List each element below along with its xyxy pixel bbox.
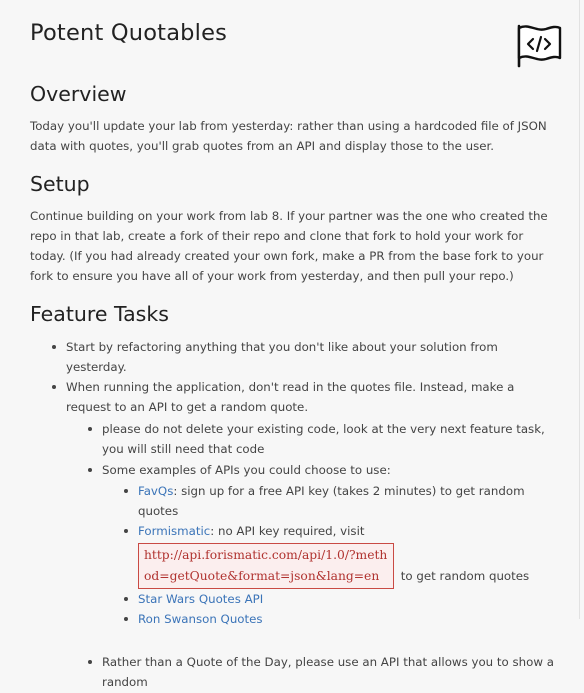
formismatic-link[interactable]: Formismatic: [138, 524, 210, 538]
feature-subtask-list: please do not delete your existing code,…: [66, 419, 560, 692]
favqs-description: : sign up for a free API key (takes 2 mi…: [138, 484, 525, 518]
list-item: When running the application, don't read…: [30, 377, 560, 692]
setup-heading: Setup: [30, 172, 90, 196]
page-title: Potent Quotables: [30, 20, 228, 46]
code-flag-icon: [517, 24, 562, 68]
overview-text: Today you'll update your lab from yester…: [30, 119, 547, 153]
overview-heading: Overview: [30, 82, 127, 106]
formismatic-api-url: http://api.forismatic.com/api/1.0/?metho…: [138, 543, 394, 589]
favqs-link[interactable]: FavQs: [138, 484, 173, 498]
subtask-api-examples: Some examples of APIs you could choose t…: [102, 463, 391, 477]
list-item: Start by refactoring anything that you d…: [30, 337, 560, 377]
feature-task-api-request: When running the application, don't read…: [66, 380, 515, 414]
list-item: FavQs: sign up for a free API key (takes…: [102, 481, 560, 521]
list-item: Formismatic: no API key required, visit …: [102, 521, 560, 589]
formismatic-description: : no API key required, visit: [210, 524, 365, 538]
list-item: Ron Swanson Quotes: [102, 609, 560, 629]
ron-swanson-quotes-link[interactable]: Ron Swanson Quotes: [138, 612, 263, 626]
api-example-list: FavQs: sign up for a free API key (takes…: [102, 481, 560, 629]
list-item: please do not delete your existing code,…: [66, 419, 560, 459]
setup-text: Continue building on your work from lab …: [30, 209, 548, 283]
list-item: Rather than a Quote of the Day, please u…: [66, 652, 560, 692]
list-item: Some examples of APIs you could choose t…: [66, 460, 560, 651]
list-item: Star Wars Quotes API: [102, 589, 560, 609]
star-wars-quotes-link[interactable]: Star Wars Quotes API: [138, 592, 263, 606]
feature-task-list: Start by refactoring anything that you d…: [30, 337, 560, 693]
subtask-random-quote: Rather than a Quote of the Day, please u…: [102, 655, 554, 689]
formismatic-after-text: to get random quotes: [400, 569, 530, 583]
feature-tasks-heading: Feature Tasks: [30, 302, 169, 326]
feature-task-refactor: Start by refactoring anything that you d…: [66, 340, 498, 374]
subtask-keep-code: please do not delete your existing code,…: [102, 422, 545, 456]
lab-document: Potent Quotables Overview Today you'll u…: [0, 0, 580, 689]
